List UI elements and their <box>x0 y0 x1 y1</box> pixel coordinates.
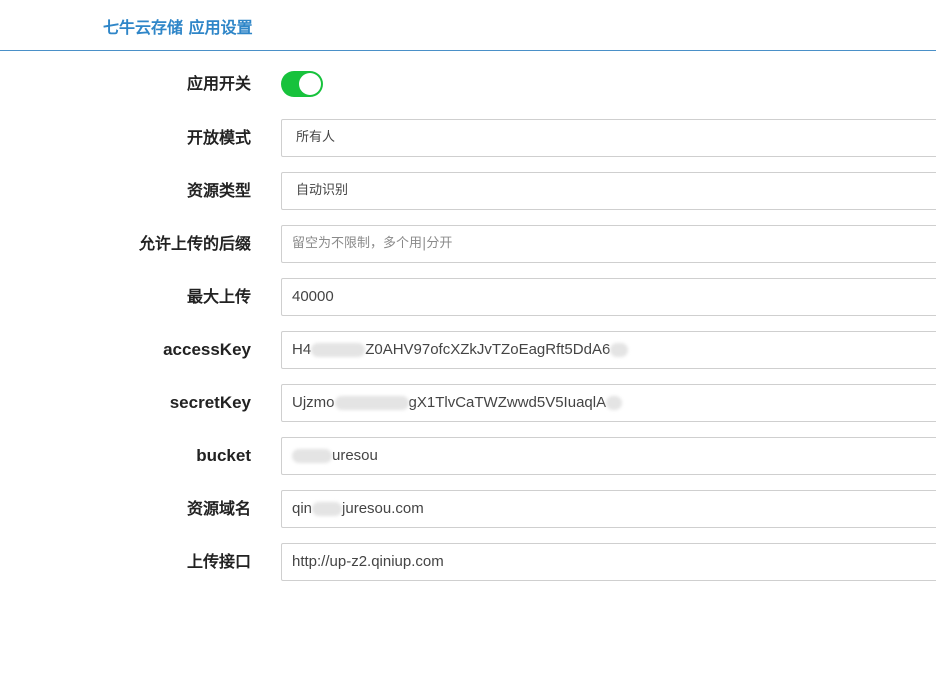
form-row-access-key: accessKey H4 Z0AHV97ofcXZkJvTZoEagRft5DdA… <box>0 331 936 369</box>
bucket-input[interactable]: uresou <box>281 437 936 475</box>
access-key-label: accessKey <box>163 340 251 359</box>
secret-key-label: secretKey <box>169 393 251 412</box>
redaction-mask <box>312 502 343 517</box>
form-row-secret-key: secretKey Ujzmo gX1TlvCaTWZwwd5V5IuaqlA <box>0 384 936 422</box>
form-row-mode: 开放模式 所有人 <box>0 119 936 157</box>
max-upload-label: 最大上传 <box>186 287 251 306</box>
form-row-suffix: 允许上传的后缀 留空为不限制，多个用|分开 <box>0 225 936 263</box>
form-row-bucket: bucket uresou <box>0 437 936 475</box>
domain-suffix: juresou.com <box>342 500 424 517</box>
enable-label: 应用开关 <box>186 74 251 93</box>
domain-label: 资源域名 <box>186 499 251 518</box>
page-title: 七牛云存储 应用设置 <box>103 18 253 37</box>
enable-toggle[interactable] <box>281 71 323 97</box>
secret-key-input[interactable]: Ujzmo gX1TlvCaTWZwwd5V5IuaqlA <box>281 384 936 422</box>
form-row-enable: 应用开关 <box>0 65 936 103</box>
upload-api-input[interactable]: http://up-z2.qiniup.com <box>281 543 936 581</box>
max-upload-input[interactable]: 40000 <box>281 278 936 316</box>
redaction-mask <box>610 343 629 358</box>
bucket-label: bucket <box>196 446 251 465</box>
access-key-prefix: H4 <box>292 341 312 358</box>
form-row-resource-type: 资源类型 自动识别 <box>0 172 936 210</box>
suffix-input[interactable]: 留空为不限制，多个用|分开 <box>281 225 936 263</box>
resource-type-label: 资源类型 <box>186 181 251 200</box>
bucket-suffix: uresou <box>332 447 378 464</box>
redaction-mask <box>606 396 623 411</box>
redaction-mask <box>334 396 409 411</box>
secret-key-suffix: gX1TlvCaTWZwwd5V5IuaqlA <box>408 394 607 411</box>
domain-input[interactable]: qin juresou.com <box>281 490 936 528</box>
upload-api-label: 上传接口 <box>186 552 251 571</box>
access-key-suffix: Z0AHV97ofcXZkJvTZoEagRft5DdA6 <box>365 341 611 358</box>
form-row-domain: 资源域名 qin juresou.com <box>0 490 936 528</box>
redaction-mask <box>311 343 366 358</box>
mode-select[interactable]: 所有人 <box>281 119 936 157</box>
form-row-max-upload: 最大上传 40000 <box>0 278 936 316</box>
resource-type-select[interactable]: 自动识别 <box>281 172 936 210</box>
mode-label: 开放模式 <box>186 128 251 147</box>
toggle-knob <box>299 73 321 95</box>
domain-prefix: qin <box>292 500 313 517</box>
page-header: 七牛云存储 应用设置 <box>0 0 936 51</box>
access-key-input[interactable]: H4 Z0AHV97ofcXZkJvTZoEagRft5DdA6 <box>281 331 936 369</box>
suffix-label: 允许上传的后缀 <box>138 234 251 253</box>
redaction-mask <box>292 449 332 464</box>
secret-key-prefix: Ujzmo <box>292 394 335 411</box>
form-row-upload-api: 上传接口 http://up-z2.qiniup.com <box>0 543 936 581</box>
